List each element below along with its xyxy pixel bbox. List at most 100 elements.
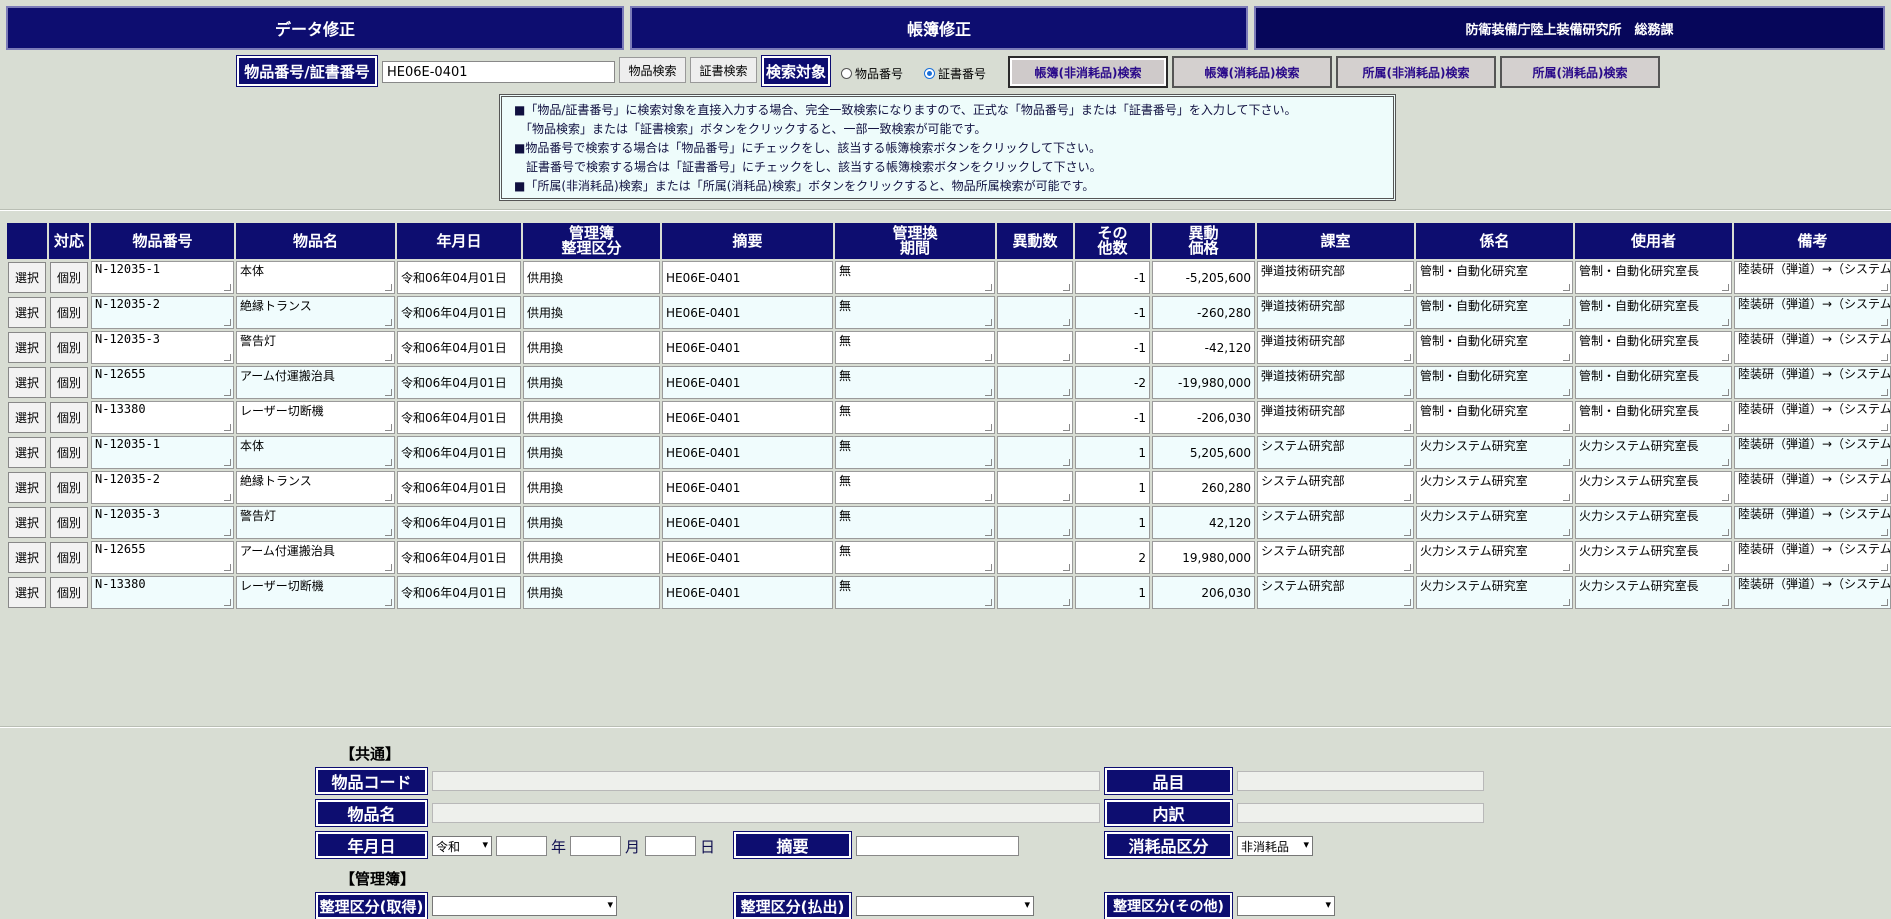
section-cell[interactable]: 火力システム研究室: [1416, 436, 1573, 469]
section-cell[interactable]: 火力システム研究室: [1416, 541, 1573, 574]
department-cell[interactable]: 弾道技術研究部: [1257, 331, 1414, 364]
detail-button[interactable]: 個別: [50, 507, 88, 538]
item-name-field[interactable]: [432, 803, 1100, 823]
section-cell[interactable]: 管制・自動化研究室: [1416, 401, 1573, 434]
item-number-cell[interactable]: N-12035-2: [91, 296, 234, 329]
detail-button[interactable]: 個別: [50, 577, 88, 608]
select-button[interactable]: 選択: [8, 367, 46, 398]
department-cell[interactable]: 弾道技術研究部: [1257, 296, 1414, 329]
item-number-cell[interactable]: N-12655: [91, 366, 234, 399]
tab-ledger-fix[interactable]: 帳簿修正: [630, 6, 1248, 50]
remarks-cell[interactable]: 陸装研（弾道）→（システム）: [1734, 576, 1891, 609]
remarks-cell[interactable]: 陸装研（弾道）→（システム）: [1734, 296, 1891, 329]
transfer-qty-cell[interactable]: [997, 401, 1073, 434]
item-number-cell[interactable]: N-12035-1: [91, 261, 234, 294]
user-cell[interactable]: 管制・自動化研究室長: [1575, 401, 1732, 434]
transfer-period-cell[interactable]: 無: [835, 471, 995, 504]
transfer-qty-cell[interactable]: [997, 261, 1073, 294]
transfer-period-cell[interactable]: 無: [835, 436, 995, 469]
class-pay-select[interactable]: [856, 896, 1034, 916]
hinmoku-field[interactable]: [1237, 771, 1484, 791]
department-cell[interactable]: システム研究部: [1257, 471, 1414, 504]
remarks-cell[interactable]: 陸装研（弾道）→（システム）: [1734, 471, 1891, 504]
select-button[interactable]: 選択: [8, 472, 46, 503]
remarks-cell[interactable]: 陸装研（弾道）→（システム）: [1734, 366, 1891, 399]
user-cell[interactable]: 火力システム研究室長: [1575, 436, 1732, 469]
item-number-cell[interactable]: N-12035-1: [91, 436, 234, 469]
remarks-cell[interactable]: 陸装研（弾道）→（システム）: [1734, 331, 1891, 364]
user-cell[interactable]: 管制・自動化研究室長: [1575, 296, 1732, 329]
transfer-period-cell[interactable]: 無: [835, 506, 995, 539]
transfer-period-cell[interactable]: 無: [835, 401, 995, 434]
remarks-cell[interactable]: 陸装研（弾道）→（システム）: [1734, 261, 1891, 294]
department-cell[interactable]: 弾道技術研究部: [1257, 261, 1414, 294]
transfer-qty-cell[interactable]: [997, 471, 1073, 504]
department-cell[interactable]: 弾道技術研究部: [1257, 401, 1414, 434]
radio-item-number[interactable]: 物品番号: [841, 65, 903, 82]
select-button[interactable]: 選択: [8, 262, 46, 293]
item-code-field[interactable]: [432, 771, 1100, 791]
detail-button[interactable]: 個別: [50, 262, 88, 293]
item-number-cell[interactable]: N-12035-3: [91, 506, 234, 539]
item-number-cell[interactable]: N-12655: [91, 541, 234, 574]
transfer-period-cell[interactable]: 無: [835, 331, 995, 364]
transfer-period-cell[interactable]: 無: [835, 296, 995, 329]
user-cell[interactable]: 火力システム研究室長: [1575, 506, 1732, 539]
month-field[interactable]: [570, 836, 621, 856]
item-name-cell[interactable]: 本体: [236, 436, 395, 469]
select-button[interactable]: 選択: [8, 332, 46, 363]
transfer-period-cell[interactable]: 無: [835, 366, 995, 399]
section-cell[interactable]: 火力システム研究室: [1416, 576, 1573, 609]
ledger-consumable-search-button[interactable]: 帳簿(消耗品)検索: [1172, 56, 1332, 88]
detail-button[interactable]: 個別: [50, 402, 88, 433]
section-cell[interactable]: 管制・自動化研究室: [1416, 331, 1573, 364]
department-cell[interactable]: 弾道技術研究部: [1257, 366, 1414, 399]
item-search-button[interactable]: 物品検索: [619, 57, 686, 83]
detail-button[interactable]: 個別: [50, 367, 88, 398]
item-number-cell[interactable]: N-13380: [91, 401, 234, 434]
radio-cert-number[interactable]: 証書番号: [924, 65, 986, 82]
consumable-class-select[interactable]: 非消耗品: [1237, 836, 1313, 856]
transfer-qty-cell[interactable]: [997, 296, 1073, 329]
transfer-period-cell[interactable]: 無: [835, 261, 995, 294]
select-button[interactable]: 選択: [8, 297, 46, 328]
department-cell[interactable]: システム研究部: [1257, 576, 1414, 609]
day-field[interactable]: [645, 836, 696, 856]
tab-data-fix[interactable]: データ修正: [6, 6, 624, 50]
section-cell[interactable]: 火力システム研究室: [1416, 471, 1573, 504]
breakdown-field[interactable]: [1237, 803, 1484, 823]
remarks-cell[interactable]: 陸装研（弾道）→（システム）: [1734, 436, 1891, 469]
item-name-cell[interactable]: 警告灯: [236, 331, 395, 364]
remarks-cell[interactable]: 陸装研（弾道）→（システム）: [1734, 541, 1891, 574]
transfer-qty-cell[interactable]: [997, 541, 1073, 574]
remarks-cell[interactable]: 陸装研（弾道）→（システム）: [1734, 506, 1891, 539]
detail-button[interactable]: 個別: [50, 297, 88, 328]
item-name-cell[interactable]: 絶縁トランス: [236, 296, 395, 329]
user-cell[interactable]: 管制・自動化研究室長: [1575, 366, 1732, 399]
section-cell[interactable]: 管制・自動化研究室: [1416, 366, 1573, 399]
cert-search-button[interactable]: 証書検索: [690, 57, 757, 83]
transfer-period-cell[interactable]: 無: [835, 541, 995, 574]
year-field[interactable]: [496, 836, 547, 856]
user-cell[interactable]: 管制・自動化研究室長: [1575, 331, 1732, 364]
select-button[interactable]: 選択: [8, 577, 46, 608]
dept-nonconsumable-search-button[interactable]: 所属(非消耗品)検索: [1336, 56, 1496, 88]
department-cell[interactable]: システム研究部: [1257, 541, 1414, 574]
user-cell[interactable]: 火力システム研究室長: [1575, 471, 1732, 504]
item-name-cell[interactable]: 絶縁トランス: [236, 471, 395, 504]
item-name-cell[interactable]: レーザー切断機: [236, 401, 395, 434]
item-name-cell[interactable]: アーム付運搬治具: [236, 366, 395, 399]
item-name-cell[interactable]: レーザー切断機: [236, 576, 395, 609]
item-name-cell[interactable]: 本体: [236, 261, 395, 294]
detail-button[interactable]: 個別: [50, 472, 88, 503]
remarks-cell[interactable]: 陸装研（弾道）→（システム）: [1734, 401, 1891, 434]
item-name-cell[interactable]: アーム付運搬治具: [236, 541, 395, 574]
class-other-select[interactable]: [1237, 896, 1335, 916]
select-button[interactable]: 選択: [8, 507, 46, 538]
dept-consumable-search-button[interactable]: 所属(消耗品)検索: [1500, 56, 1660, 88]
detail-button[interactable]: 個別: [50, 332, 88, 363]
select-button[interactable]: 選択: [8, 542, 46, 573]
search-input[interactable]: HE06E-0401: [382, 61, 615, 83]
transfer-qty-cell[interactable]: [997, 331, 1073, 364]
era-select[interactable]: 令和: [432, 836, 492, 856]
